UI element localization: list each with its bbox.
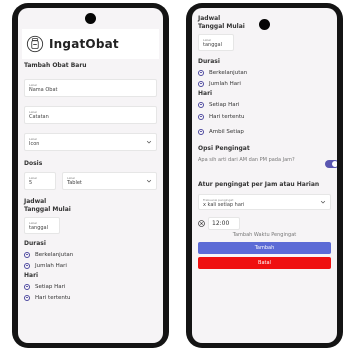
days-title: Hari [198, 90, 213, 97]
radio-option-every-day[interactable]: Setiap Hari [24, 281, 157, 292]
icon-select[interactable]: Label Icon [24, 133, 157, 151]
reminder-setting-title: Atur pengingat per Jam atau Harian [198, 181, 320, 188]
reminder-time-field[interactable]: 12:00 [208, 216, 240, 230]
field-value: Tablet [67, 180, 82, 186]
duration-title: Durasi [24, 240, 46, 247]
frequency-select[interactable]: Frekuensi pengingat x kali setiap hari [198, 194, 331, 210]
chevron-down-icon [146, 179, 152, 183]
medicine-name-field[interactable]: Label Nama Obat [24, 79, 157, 97]
start-date-field[interactable]: Label tanggal [198, 34, 234, 51]
radio-label: Setiap Hari [35, 283, 66, 290]
dose-title: Dosis [24, 160, 43, 167]
field-value: Icon [29, 141, 40, 147]
start-date-title: Tanggal Mulai [24, 206, 71, 213]
remove-time-icon[interactable] [198, 219, 205, 227]
radio-label: Jumlah Hari [209, 80, 241, 87]
field-value: x kali setiap hari [203, 202, 245, 208]
radio-label: Ambil Setiap [209, 128, 244, 135]
schedule-title: Jadwal [198, 15, 221, 22]
am-pm-row: Apa sih arti dari AM dan PM pada Jam? [198, 157, 337, 173]
reminder-options-title: Opsi Pengingat [198, 145, 250, 152]
radio-button[interactable] [24, 251, 30, 258]
left-phone: IngatObat Tambah Obat Baru Label Nama Ob… [12, 3, 169, 348]
radio-option-day-count[interactable]: Jumlah Hari [24, 260, 157, 271]
note-field[interactable]: Label Catatan [24, 106, 157, 124]
field-value: tanggal [203, 42, 222, 48]
action-buttons: Tambah Batal [198, 242, 331, 272]
field-value: Nama Obat [29, 87, 58, 93]
radio-button[interactable] [198, 101, 204, 108]
right-screen: Jadwal Tanggal Mulai Label tanggal Duras… [192, 8, 337, 343]
schedule-title: Jadwal [24, 198, 47, 205]
add-button[interactable]: Tambah [198, 242, 331, 254]
radio-option-continuous[interactable]: Berkelanjutan [198, 67, 331, 78]
radio-label: Berkelanjutan [209, 69, 248, 76]
chevron-down-icon [320, 200, 326, 204]
radio-option-specific-days[interactable]: Hari tertentu [24, 292, 157, 303]
radio-option-every-day[interactable]: Setiap Hari [198, 99, 331, 110]
radio-label: Berkelanjutan [35, 251, 74, 258]
start-date-field[interactable]: Label tanggal [24, 217, 60, 234]
chevron-down-icon [146, 140, 152, 144]
field-value: 5 [29, 180, 33, 186]
am-pm-toggle[interactable] [325, 160, 337, 168]
radio-button[interactable] [24, 262, 30, 269]
radio-option-take-every[interactable]: Ambil Setiap [198, 126, 331, 137]
radio-option-specific-days[interactable]: Hari tertentu [198, 111, 331, 122]
add-reminder-time-link[interactable]: Tambah Waktu Pengingat [198, 232, 331, 239]
dose-unit-select[interactable]: Label Tablet [62, 172, 157, 190]
start-date-title: Tanggal Mulai [198, 23, 245, 30]
radio-option-day-count[interactable]: Jumlah Hari [198, 78, 331, 89]
left-screen: IngatObat Tambah Obat Baru Label Nama Ob… [18, 8, 163, 343]
reminder-time-row: 12:00 [198, 216, 331, 230]
radio-button[interactable] [24, 294, 30, 301]
app-header: IngatObat [22, 29, 159, 59]
days-title: Hari [24, 272, 39, 279]
right-phone: Jadwal Tanggal Mulai Label tanggal Duras… [186, 3, 343, 348]
duration-title: Durasi [198, 58, 220, 65]
radio-button[interactable] [198, 69, 204, 76]
radio-button[interactable] [198, 80, 204, 87]
radio-button[interactable] [24, 283, 30, 290]
field-value: Catatan [29, 114, 49, 120]
field-value: tanggal [29, 225, 48, 231]
radio-option-continuous[interactable]: Berkelanjutan [24, 249, 157, 260]
radio-label: Jumlah Hari [35, 262, 67, 269]
radio-button[interactable] [198, 113, 204, 120]
radio-label: Hari tertentu [209, 113, 245, 120]
left-content: IngatObat Tambah Obat Baru Label Nama Ob… [22, 29, 159, 303]
pill-bottle-icon [26, 35, 44, 53]
dose-row: Label 5 Label Tablet [24, 172, 157, 190]
radio-button[interactable] [198, 128, 204, 135]
camera-icon [85, 13, 96, 24]
add-medicine-title: Tambah Obat Baru [24, 62, 87, 69]
radio-label: Hari tertentu [35, 294, 71, 301]
cancel-button[interactable]: Batal [198, 257, 331, 269]
app-title: IngatObat [49, 37, 119, 51]
radio-label: Setiap Hari [209, 101, 240, 108]
right-content: Jadwal Tanggal Mulai Label tanggal Duras… [198, 15, 337, 272]
am-pm-question: Apa sih arti dari AM dan PM pada Jam? [198, 157, 295, 163]
dose-amount-field[interactable]: Label 5 [24, 172, 56, 190]
